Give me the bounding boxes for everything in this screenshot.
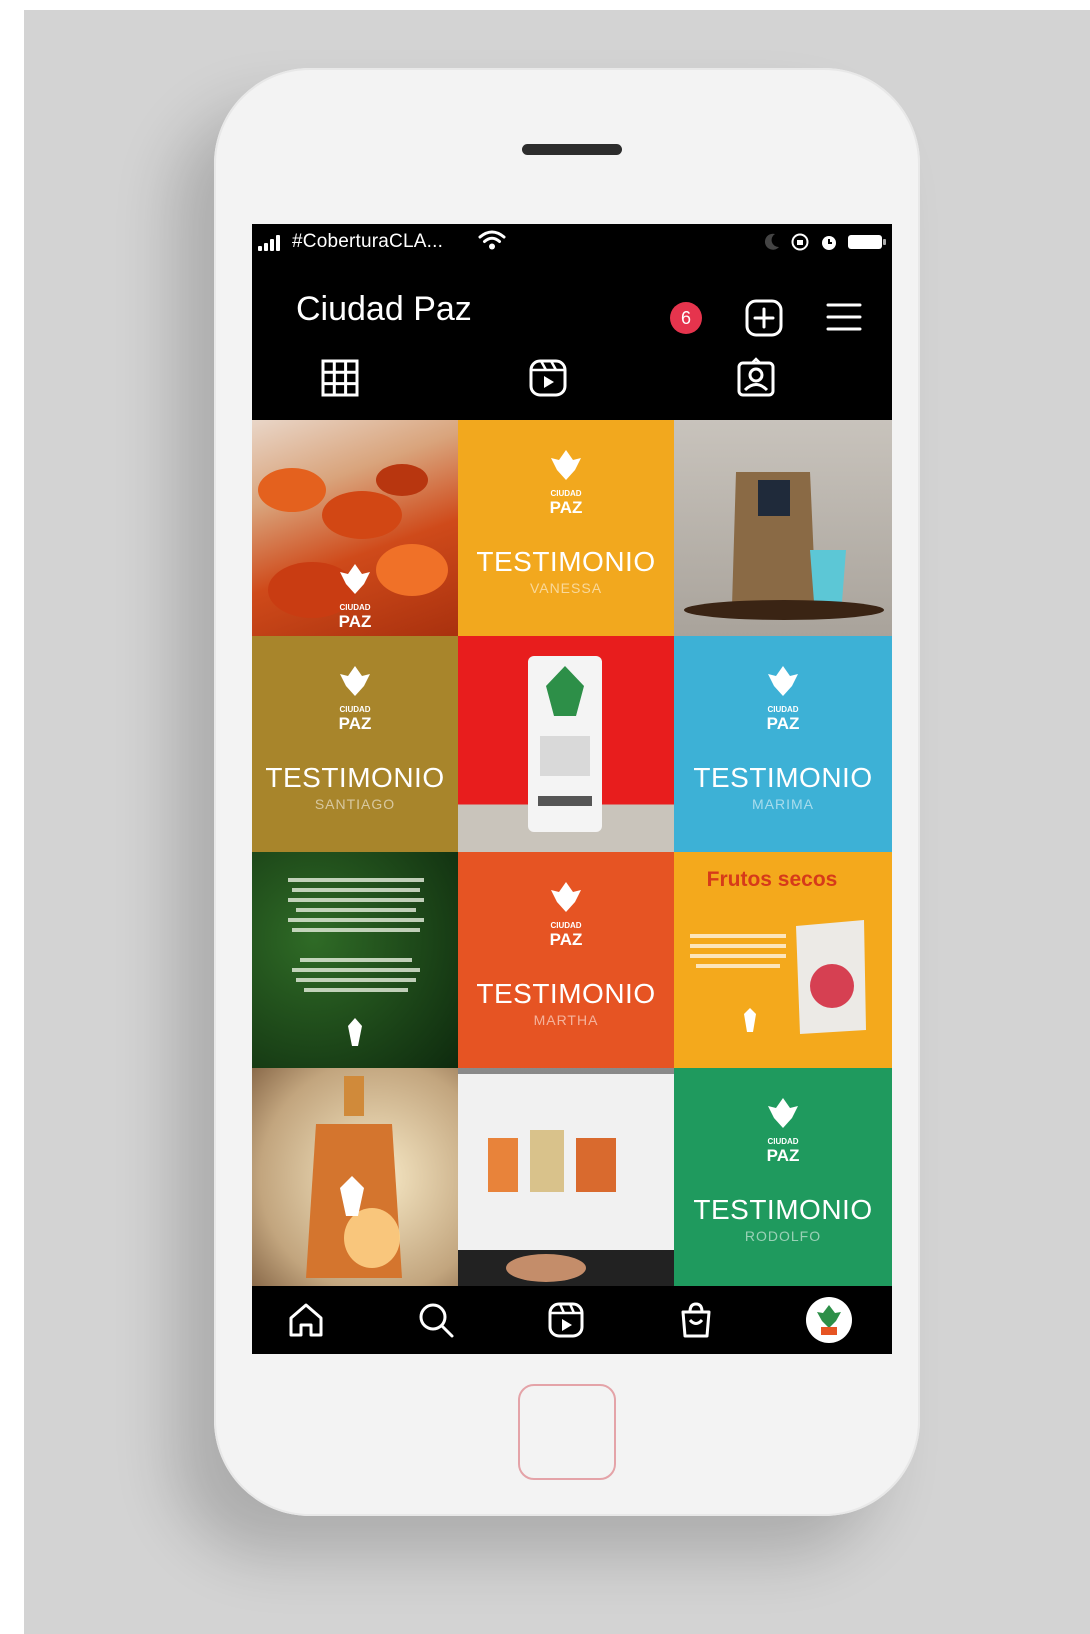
post-label: TESTIMONIO	[693, 762, 873, 793]
menu-icon[interactable]	[826, 300, 862, 334]
post-testimonio-rodolfo[interactable]: CIUDAD PAZ TESTIMONIO RODOLFO	[674, 1068, 892, 1286]
post-testimonio-vanessa[interactable]: CIUDAD PAZ TESTIMONIO VANESSA	[458, 420, 674, 636]
moon-icon	[764, 233, 779, 250]
coffee-bag-photo	[684, 472, 884, 620]
profile-header: Ciudad Paz 6	[252, 260, 892, 344]
tagged-icon[interactable]	[734, 356, 778, 400]
post-bottle[interactable]	[252, 1068, 458, 1286]
post-testimonio-marima[interactable]: CIUDAD PAZ TESTIMONIO MARIMA	[674, 636, 892, 852]
post-green-text[interactable]	[252, 852, 458, 1068]
post-grid: CIUDADPAZ CIUDADPAZ TESTIMONIO VANESSA	[252, 420, 892, 1286]
post-testimonio-martha[interactable]: CIUDAD PAZ TESTIMONIO MARTHA	[458, 852, 674, 1068]
brand-logo: CIUDAD PAZ	[333, 662, 377, 733]
eagle-logo-icon	[340, 666, 370, 696]
signal-icon	[258, 235, 284, 251]
post-label: TESTIMONIO	[476, 546, 656, 577]
phone-screen: #CoberturaCLA... Ciudad Paz 6 CIUDAD PAZ…	[252, 224, 892, 1354]
post-title: Frutos secos	[706, 868, 838, 891]
post-name: VANESSA	[529, 580, 603, 596]
phone-home-button[interactable]	[518, 1384, 616, 1480]
post-name: SANTIAGO	[314, 796, 396, 812]
wifi-icon	[478, 230, 506, 250]
home-icon[interactable]	[286, 1300, 326, 1340]
post-frutos-secos[interactable]: Frutos secos	[674, 852, 892, 1068]
battery-icon	[848, 235, 886, 249]
post-label: TESTIMONIO	[265, 762, 445, 793]
eagle-logo-icon	[768, 1098, 798, 1128]
eagle-logo-icon	[551, 882, 581, 912]
notification-badge[interactable]: 6	[670, 302, 702, 334]
post-name: MARIMA	[752, 796, 814, 812]
package-photo	[528, 656, 602, 832]
profile-username[interactable]: Ciudad Paz	[296, 290, 472, 329]
avatar-logo-icon	[817, 1305, 841, 1335]
post-name: RODOLFO	[744, 1228, 822, 1244]
post-label: TESTIMONIO	[693, 1194, 873, 1225]
brand-logo: CIUDAD PAZ	[544, 446, 588, 517]
reels-icon[interactable]	[546, 1300, 586, 1340]
post-name: MARTHA	[533, 1012, 599, 1028]
text-block-graphic	[288, 878, 424, 1046]
grid-icon[interactable]	[318, 356, 362, 400]
alarm-icon	[822, 236, 836, 250]
post-testimonio-santiago[interactable]: CIUDAD PAZ TESTIMONIO SANTIAGO	[252, 636, 458, 852]
bottom-nav	[252, 1286, 892, 1354]
brand-logo: CIUDAD PAZ	[761, 662, 805, 733]
profile-avatar[interactable]	[806, 1297, 852, 1343]
post-laptop-website[interactable]	[458, 1068, 674, 1286]
brand-logo: CIUDAD PAZ	[544, 878, 588, 949]
carrier-name: #CoberturaCLA...	[292, 231, 444, 252]
post-dried-fruit[interactable]: CIUDAD PAZ	[252, 420, 458, 636]
profile-tabs	[252, 344, 892, 408]
brand-logo: CIUDAD PAZ	[761, 1094, 805, 1165]
add-post-icon[interactable]	[744, 298, 784, 338]
status-bar: #CoberturaCLA...	[252, 224, 892, 260]
eagle-logo-icon	[551, 450, 581, 480]
search-icon[interactable]	[416, 1300, 456, 1340]
post-label: TESTIMONIO	[476, 978, 656, 1009]
eagle-logo-icon	[768, 666, 798, 696]
post-coffee-bag[interactable]	[674, 420, 892, 636]
laptop-photo	[458, 1074, 674, 1286]
phone-speaker	[522, 144, 622, 155]
brand-logo: CIUDAD PAZ	[333, 560, 377, 631]
reels-icon[interactable]	[526, 356, 570, 400]
eagle-logo-icon	[340, 564, 370, 594]
rotation-lock-icon	[791, 233, 809, 251]
post-product-package[interactable]	[458, 636, 674, 852]
bottle-photo	[306, 1076, 402, 1278]
shop-icon[interactable]	[676, 1300, 716, 1340]
